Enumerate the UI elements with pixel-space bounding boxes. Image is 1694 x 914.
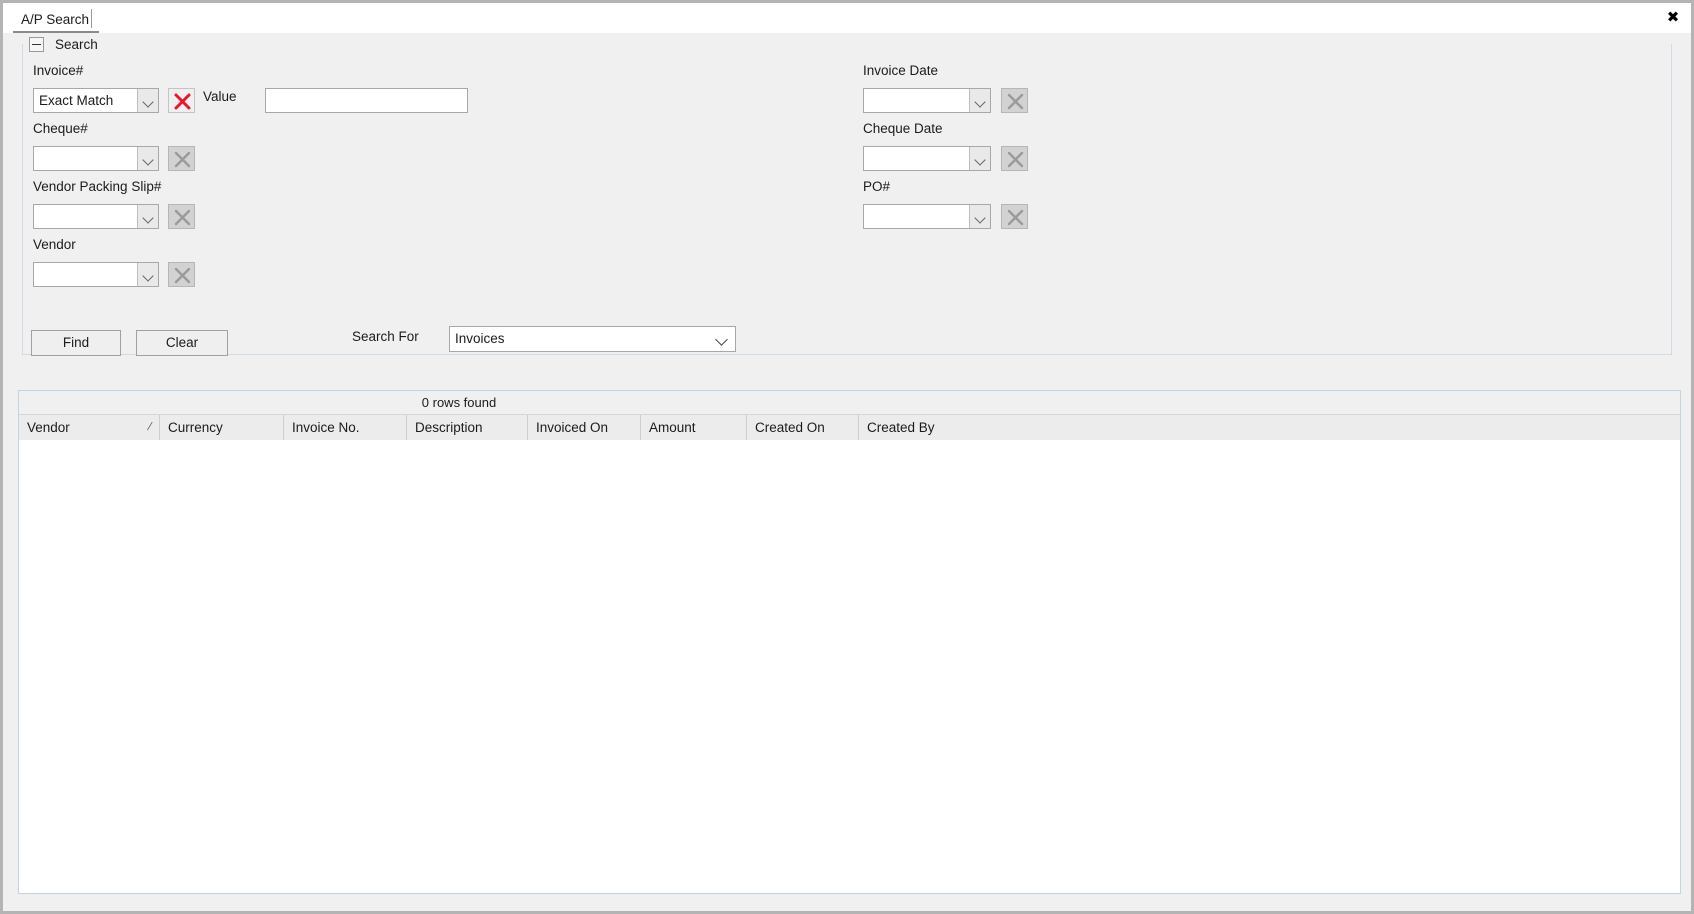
column-header-invoiced-on[interactable]: Invoiced On <box>528 415 641 440</box>
minus-icon[interactable] <box>29 37 44 52</box>
grid-body[interactable] <box>19 440 1680 893</box>
chevron-down-icon[interactable] <box>969 89 990 112</box>
ap-search-window: A/P Search ✖ Search Invoice# Exact Match… <box>0 0 1694 914</box>
search-group-title: Search <box>51 37 102 52</box>
invoice-date-combo[interactable] <box>863 88 991 113</box>
clear-invoice-date-button[interactable] <box>1001 88 1028 113</box>
tab-label: A/P Search <box>21 12 90 27</box>
column-header-amount[interactable]: Amount <box>641 415 747 440</box>
column-header-invoice-no[interactable]: Invoice No. <box>284 415 407 440</box>
column-header-description[interactable]: Description <box>407 415 528 440</box>
column-header-label: Description <box>415 420 483 435</box>
close-icon[interactable]: ✖ <box>1661 5 1685 29</box>
rows-found-bar: 0 rows found <box>19 391 1680 415</box>
label-search-for: Search For <box>352 329 419 344</box>
label-cheque-date: Cheque Date <box>863 121 943 136</box>
column-header-label: Amount <box>649 420 696 435</box>
label-invoice-value: Value <box>203 89 237 104</box>
chevron-down-icon[interactable] <box>137 205 158 228</box>
grid-header-row: Vendor / Currency Invoice No. Descriptio… <box>19 415 1680 440</box>
clear-vendor-packing-slip-button[interactable] <box>168 204 195 229</box>
find-button[interactable]: Find <box>31 330 121 356</box>
clear-invoice-number-button[interactable] <box>168 88 195 113</box>
results-panel: 0 rows found Vendor / Currency Invoice N… <box>18 390 1681 894</box>
tab-ap-search[interactable]: A/P Search <box>13 7 100 33</box>
chevron-down-icon[interactable] <box>969 205 990 228</box>
chevron-down-icon[interactable] <box>969 147 990 170</box>
clear-vendor-button[interactable] <box>168 262 195 287</box>
minus-glyph <box>32 44 41 45</box>
rows-found-status: 0 rows found <box>421 395 497 410</box>
column-header-label: Created On <box>755 420 825 435</box>
tab-caret <box>91 9 92 28</box>
cheque-number-combo[interactable] <box>33 146 159 171</box>
clear-button[interactable]: Clear <box>136 330 228 356</box>
vendor-combo[interactable] <box>33 262 159 287</box>
column-header-created-by[interactable]: Created By <box>859 415 1680 440</box>
column-header-label: Currency <box>168 420 223 435</box>
column-header-currency[interactable]: Currency <box>160 415 284 440</box>
label-invoice-number: Invoice# <box>33 63 84 78</box>
label-invoice-date: Invoice Date <box>863 63 939 78</box>
invoice-value-input[interactable] <box>265 88 468 113</box>
column-header-created-on[interactable]: Created On <box>747 415 859 440</box>
tab-strip: A/P Search ✖ <box>3 3 1691 33</box>
invoice-match-combo[interactable]: Exact Match <box>33 88 159 113</box>
column-header-label: Invoiced On <box>536 420 609 435</box>
vendor-packing-slip-combo[interactable] <box>33 204 159 229</box>
column-header-label: Vendor <box>27 420 70 435</box>
chevron-down-icon[interactable] <box>137 147 158 170</box>
column-header-label: Created By <box>867 420 935 435</box>
search-for-combo-value: Invoices <box>455 331 505 346</box>
clear-cheque-number-button[interactable] <box>168 146 195 171</box>
chevron-down-icon[interactable] <box>137 263 158 286</box>
po-number-combo[interactable] <box>863 204 991 229</box>
label-po-number: PO# <box>863 179 891 194</box>
sort-ascending-icon: / <box>145 421 153 433</box>
label-vendor: Vendor <box>33 237 76 252</box>
label-cheque-number: Cheque# <box>33 121 88 136</box>
column-header-vendor[interactable]: Vendor / <box>19 415 160 440</box>
label-vendor-packing-slip: Vendor Packing Slip# <box>33 179 162 194</box>
cheque-date-combo[interactable] <box>863 146 991 171</box>
invoice-match-combo-value: Exact Match <box>39 93 114 108</box>
clear-po-number-button[interactable] <box>1001 204 1028 229</box>
clear-cheque-date-button[interactable] <box>1001 146 1028 171</box>
chevron-down-icon[interactable] <box>137 89 158 112</box>
column-header-label: Invoice No. <box>292 420 360 435</box>
chevron-down-icon[interactable] <box>711 327 735 351</box>
search-for-combo[interactable]: Invoices <box>449 326 736 352</box>
